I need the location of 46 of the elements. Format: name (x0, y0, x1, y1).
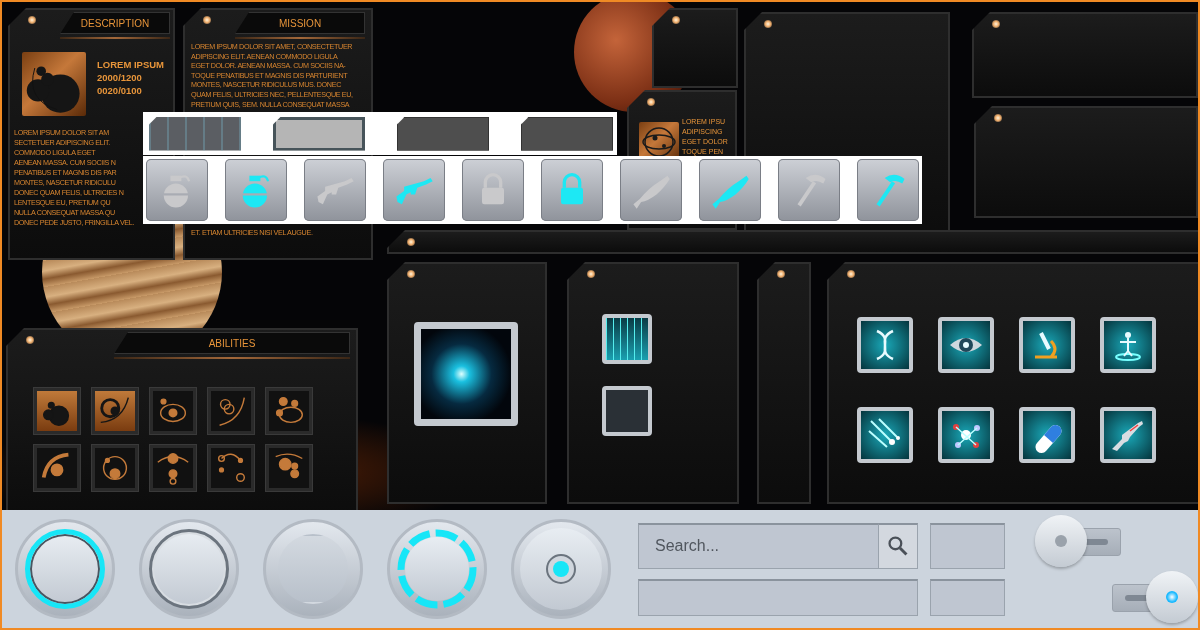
eye-icon (938, 317, 994, 373)
light-icon (203, 16, 211, 24)
item-slot[interactable] (620, 159, 682, 221)
item-slot[interactable] (778, 159, 840, 221)
microscope-icon (1019, 317, 1075, 373)
light-icon (28, 16, 36, 24)
light-icon (992, 20, 1000, 28)
item-slot[interactable] (146, 159, 208, 221)
input-field[interactable] (930, 522, 1005, 569)
panel-title: ABILITIES (114, 332, 350, 354)
item-slot[interactable] (541, 159, 603, 221)
person-icon (1100, 317, 1156, 373)
dna-icon (857, 317, 913, 373)
emblem-icon (22, 52, 86, 116)
panel-title: MISSION (235, 12, 365, 34)
light-icon (647, 98, 655, 106)
pill-icon (1019, 407, 1075, 463)
meteor-icon (857, 407, 913, 463)
molecule-icon (938, 407, 994, 463)
item-slot[interactable] (383, 159, 445, 221)
light-icon (777, 270, 785, 278)
item-slot[interactable] (462, 159, 524, 221)
light-icon (672, 16, 680, 24)
light-icon (764, 20, 772, 28)
photo-placeholder (602, 386, 652, 436)
item-slot[interactable] (699, 159, 761, 221)
panel-title: DESCRIPTION (60, 12, 170, 34)
light-icon (847, 270, 855, 278)
light-icon (26, 336, 34, 344)
input-field[interactable] (930, 578, 1005, 616)
search-field[interactable]: Search... (638, 522, 878, 569)
rifle-icon (1100, 407, 1156, 463)
light-icon (407, 270, 415, 278)
input-field[interactable] (638, 578, 918, 616)
item-slot[interactable] (857, 159, 919, 221)
item-slot[interactable] (304, 159, 366, 221)
search-button[interactable] (878, 522, 918, 569)
item-slot[interactable] (225, 159, 287, 221)
grid-icon (602, 314, 652, 364)
light-icon (587, 270, 595, 278)
stat-value: 2000/1200 (97, 71, 143, 84)
item-name: LOREM IPSUM (97, 58, 165, 71)
light-icon (994, 114, 1002, 122)
light-icon (407, 238, 415, 246)
orb-icon (414, 322, 518, 426)
stat-value: 0020/0100 (97, 84, 143, 97)
